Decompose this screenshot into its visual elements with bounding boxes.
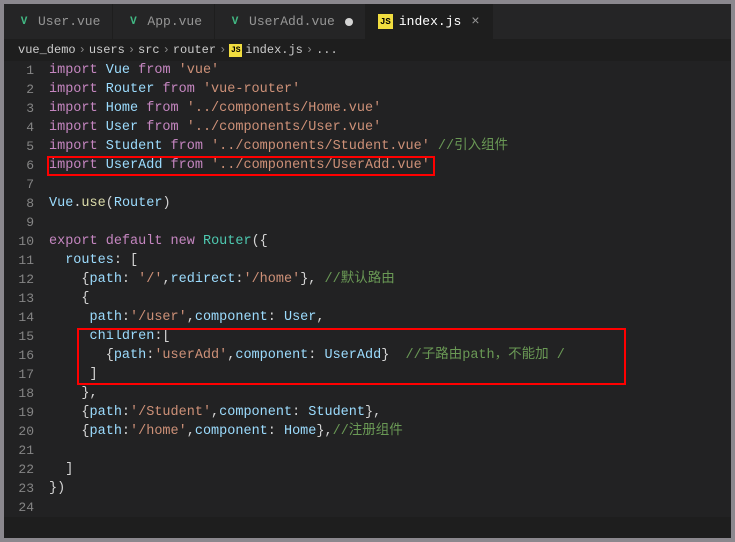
vue-icon: V bbox=[16, 14, 32, 30]
chevron-right-icon: › bbox=[128, 43, 135, 57]
js-icon: JS bbox=[229, 44, 242, 57]
chevron-right-icon: › bbox=[79, 43, 86, 57]
chevron-right-icon: › bbox=[306, 43, 313, 57]
breadcrumb-item[interactable]: vue_demo bbox=[18, 43, 76, 57]
breadcrumb-item[interactable]: ... bbox=[316, 43, 338, 57]
breadcrumb: vue_demo› users› src› router› JS index.j… bbox=[4, 39, 731, 61]
chevron-right-icon: › bbox=[219, 43, 226, 57]
close-icon[interactable]: × bbox=[471, 14, 479, 30]
js-icon: JS bbox=[378, 14, 393, 29]
code-editor[interactable]: 1234 5678 9101112 13141516 17181920 2122… bbox=[4, 61, 731, 517]
tab-user-vue[interactable]: V User.vue bbox=[4, 4, 113, 39]
breadcrumb-item[interactable]: router bbox=[173, 43, 216, 57]
tab-useradd-vue[interactable]: V UserAdd.vue bbox=[215, 4, 366, 39]
editor-tabs: V User.vue V App.vue V UserAdd.vue JS in… bbox=[4, 4, 731, 39]
line-gutter: 1234 5678 9101112 13141516 17181920 2122… bbox=[4, 61, 49, 517]
code-content[interactable]: import Vue from 'vue' import Router from… bbox=[49, 61, 731, 517]
breadcrumb-item[interactable]: index.js bbox=[245, 43, 303, 57]
tab-label: User.vue bbox=[38, 14, 100, 29]
tab-app-vue[interactable]: V App.vue bbox=[113, 4, 215, 39]
breadcrumb-item[interactable]: src bbox=[138, 43, 160, 57]
vue-icon: V bbox=[125, 14, 141, 30]
tab-label: UserAdd.vue bbox=[249, 14, 335, 29]
modified-dot-icon bbox=[345, 18, 353, 26]
vue-icon: V bbox=[227, 14, 243, 30]
breadcrumb-item[interactable]: users bbox=[89, 43, 125, 57]
tab-label: App.vue bbox=[147, 14, 202, 29]
chevron-right-icon: › bbox=[163, 43, 170, 57]
tab-label: index.js bbox=[399, 14, 461, 29]
tab-index-js[interactable]: JS index.js × bbox=[366, 4, 493, 39]
